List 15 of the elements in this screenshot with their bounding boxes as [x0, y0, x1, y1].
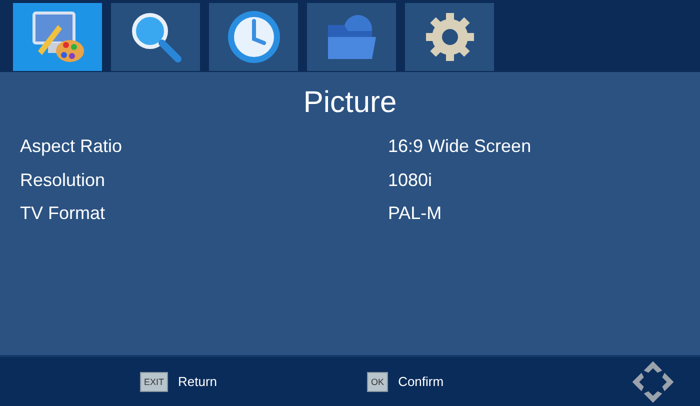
menu-tab[interactable] — [209, 3, 298, 71]
menu-tab[interactable] — [405, 3, 494, 71]
setting-label: TV Format — [20, 203, 106, 224]
setting-label: Aspect Ratio — [20, 136, 124, 158]
setting-value: 16:9 Wide Screen — [388, 136, 532, 158]
hint-label: Confirm — [398, 374, 444, 389]
remote-key-icon: EXIT — [140, 372, 168, 392]
menu-tab[interactable] — [111, 3, 200, 71]
setting-value: 1080i — [388, 170, 432, 191]
navigation-arrows-icon — [630, 358, 676, 404]
hint-label: Return — [178, 374, 218, 389]
remote-key-icon: OK — [367, 372, 388, 392]
setting-value: PAL-M — [388, 203, 442, 224]
page-title: Picture — [303, 86, 397, 120]
setting-label: Resolution — [20, 170, 106, 191]
